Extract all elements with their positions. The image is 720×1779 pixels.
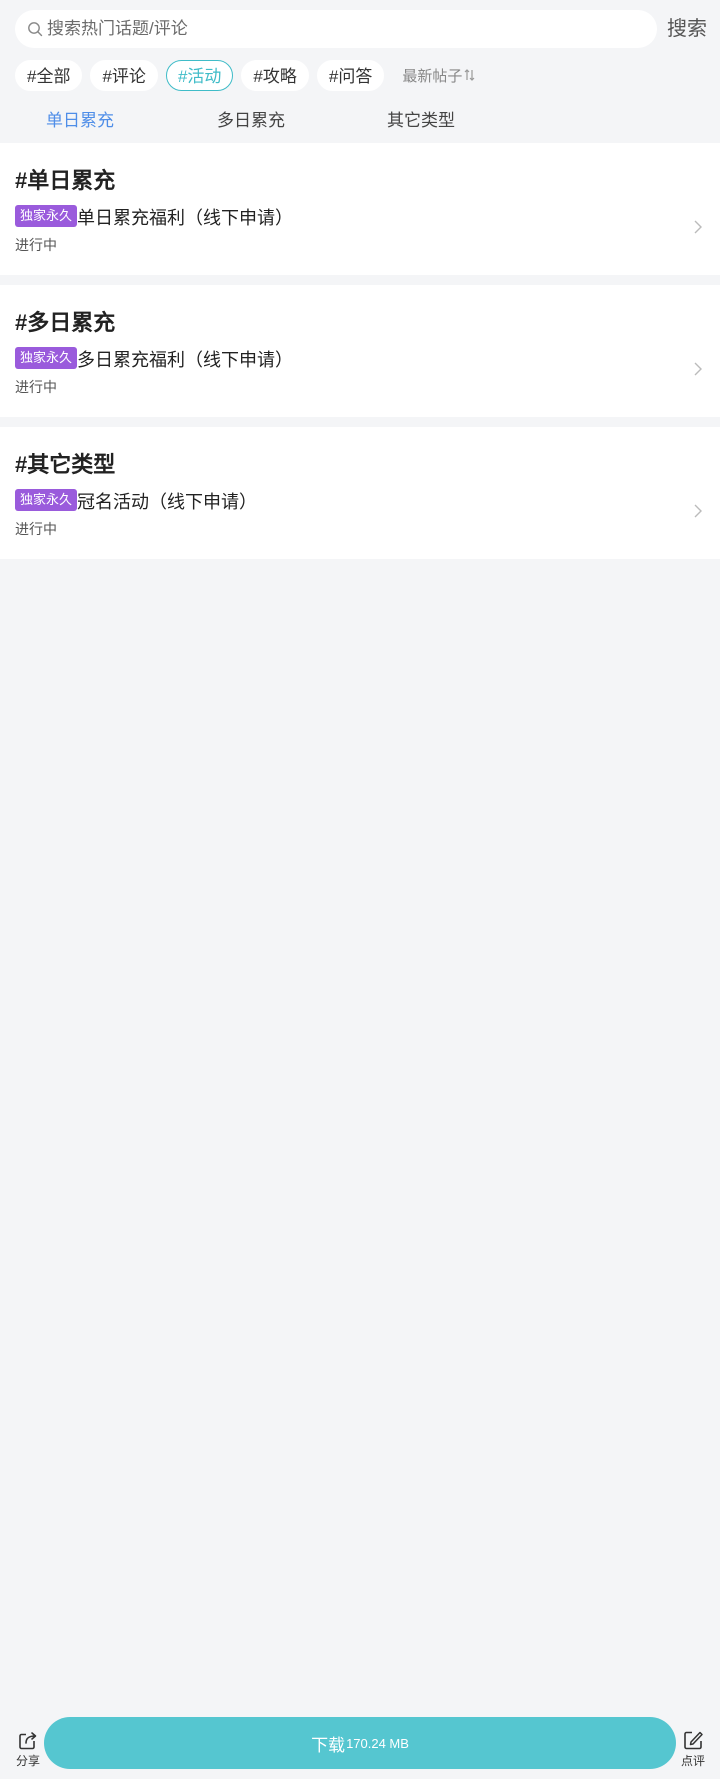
list-item[interactable]: 独家永久 单日累充福利（线下申请） 进行中: [0, 205, 720, 265]
download-button[interactable]: 下载 170.24 MB: [44, 1717, 676, 1769]
search-icon: [28, 22, 43, 37]
sort-icon: [464, 69, 475, 81]
chip-comments[interactable]: #评论: [90, 59, 158, 91]
section-multi-day: #多日累充 独家永久 多日累充福利（线下申请） 进行中: [0, 285, 720, 417]
filter-chips: #全部 #评论 #活动 #攻略 #问答 最新帖子: [15, 59, 475, 91]
search-input[interactable]: [47, 14, 607, 44]
tab-other[interactable]: 其它类型: [387, 106, 455, 131]
share-label: 分享: [15, 1754, 40, 1768]
share-button[interactable]: 分享: [8, 1729, 48, 1777]
search-button[interactable]: 搜索: [666, 14, 708, 44]
category-tabs: 单日累充 多日累充 其它类型: [0, 106, 720, 136]
search-box[interactable]: [15, 10, 657, 48]
exclusive-badge: 独家永久: [15, 347, 78, 369]
chevron-right-icon: [694, 362, 702, 376]
item-title: 单日累充福利（线下申请）: [77, 208, 293, 228]
item-status: 进行中: [15, 237, 57, 253]
section-title: #多日累充: [15, 310, 116, 335]
section-single-day: #单日累充 独家永久 单日累充福利（线下申请） 进行中: [0, 143, 720, 275]
chevron-right-icon: [694, 220, 702, 234]
tab-single-day[interactable]: 单日累充: [46, 106, 114, 131]
chip-activities[interactable]: #活动: [165, 59, 234, 91]
page: 搜索 #全部 #评论 #活动 #攻略 #问答 最新帖子 单日累充 多日累充 其它…: [0, 0, 720, 1779]
chip-guides[interactable]: #攻略: [241, 59, 309, 91]
sort-label: 最新帖子: [402, 67, 463, 85]
tab-multi-day[interactable]: 多日累充: [217, 106, 285, 131]
edit-icon: [684, 1731, 703, 1750]
section-title: #其它类型: [15, 452, 116, 477]
section-other: #其它类型 独家永久 冠名活动（线下申请） 进行中: [0, 427, 720, 559]
review-button[interactable]: 点评: [673, 1729, 713, 1777]
item-status: 进行中: [15, 379, 57, 395]
sort-toggle[interactable]: 最新帖子: [402, 65, 475, 86]
exclusive-badge: 独家永久: [15, 489, 78, 511]
download-size: 170.24 MB: [346, 1735, 409, 1751]
item-title: 多日累充福利（线下申请）: [77, 350, 293, 370]
chevron-right-icon: [694, 504, 702, 518]
search-row: 搜索: [15, 10, 708, 48]
download-label: 下载: [311, 1735, 346, 1755]
section-title: #单日累充: [15, 168, 116, 193]
chip-qa[interactable]: #问答: [316, 59, 385, 91]
share-icon: [19, 1732, 37, 1750]
chip-all[interactable]: #全部: [15, 59, 83, 91]
review-label: 点评: [680, 1754, 705, 1768]
list-item[interactable]: 独家永久 冠名活动（线下申请） 进行中: [0, 489, 720, 549]
item-title: 冠名活动（线下申请）: [77, 492, 257, 512]
list-item[interactable]: 独家永久 多日累充福利（线下申请） 进行中: [0, 347, 720, 407]
bottom-bar: 分享 下载 170.24 MB 点评: [0, 1717, 720, 1779]
item-status: 进行中: [15, 521, 57, 537]
exclusive-badge: 独家永久: [15, 205, 78, 227]
